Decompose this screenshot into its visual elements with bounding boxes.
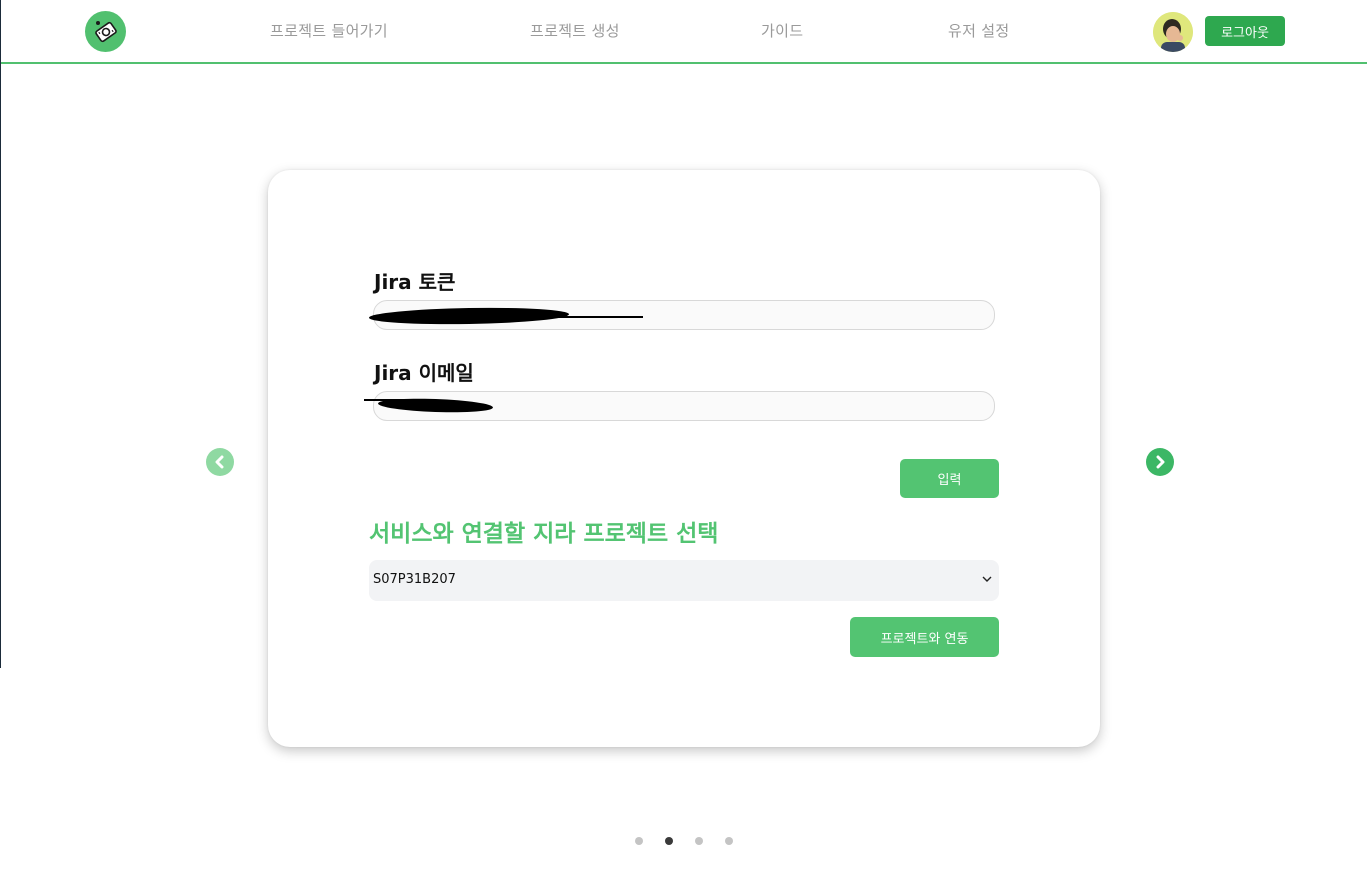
nav-enter-project[interactable]: 프로젝트 들어가기 [270,20,388,41]
carousel-dot[interactable] [635,837,643,845]
chevron-left-icon[interactable] [206,448,234,476]
carousel-dot[interactable] [725,837,733,845]
chevron-down-icon [982,576,992,582]
nav-guide[interactable]: 가이드 [761,20,803,41]
carousel-dot-active[interactable] [665,837,673,845]
redaction-mark [428,316,643,318]
redaction-mark [364,399,404,401]
avatar[interactable] [1153,12,1193,52]
logout-button[interactable]: 로그아웃 [1205,16,1285,46]
project-select-title: 서비스와 연결할 지라 프로젝트 선택 [369,521,719,547]
top-nav-bar: 프로젝트 들어가기 프로젝트 생성 가이드 유저 설정 로그아웃 [1,0,1367,64]
page-root: 프로젝트 들어가기 프로젝트 생성 가이드 유저 설정 로그아웃 Jira 토큰 [0,0,1367,886]
nav-user-settings[interactable]: 유저 설정 [948,20,1009,41]
jira-settings-card: Jira 토큰 Jira 이메일 입력 서비스와 연결할 지라 프로젝트 선택 … [268,170,1100,747]
jira-token-label: Jira 토큰 [374,270,456,294]
chevron-right-icon[interactable] [1146,448,1174,476]
jira-email-label: Jira 이메일 [374,361,474,385]
nav-create-project[interactable]: 프로젝트 생성 [530,20,620,41]
jira-project-select[interactable]: S07P31B207 [369,560,999,601]
carousel-dot[interactable] [695,837,703,845]
window-edge [0,0,1,668]
tape-measure-icon[interactable] [85,11,126,52]
link-project-button[interactable]: 프로젝트와 연동 [850,617,999,657]
submit-button[interactable]: 입력 [900,459,999,498]
selected-project-value: S07P31B207 [373,572,456,587]
